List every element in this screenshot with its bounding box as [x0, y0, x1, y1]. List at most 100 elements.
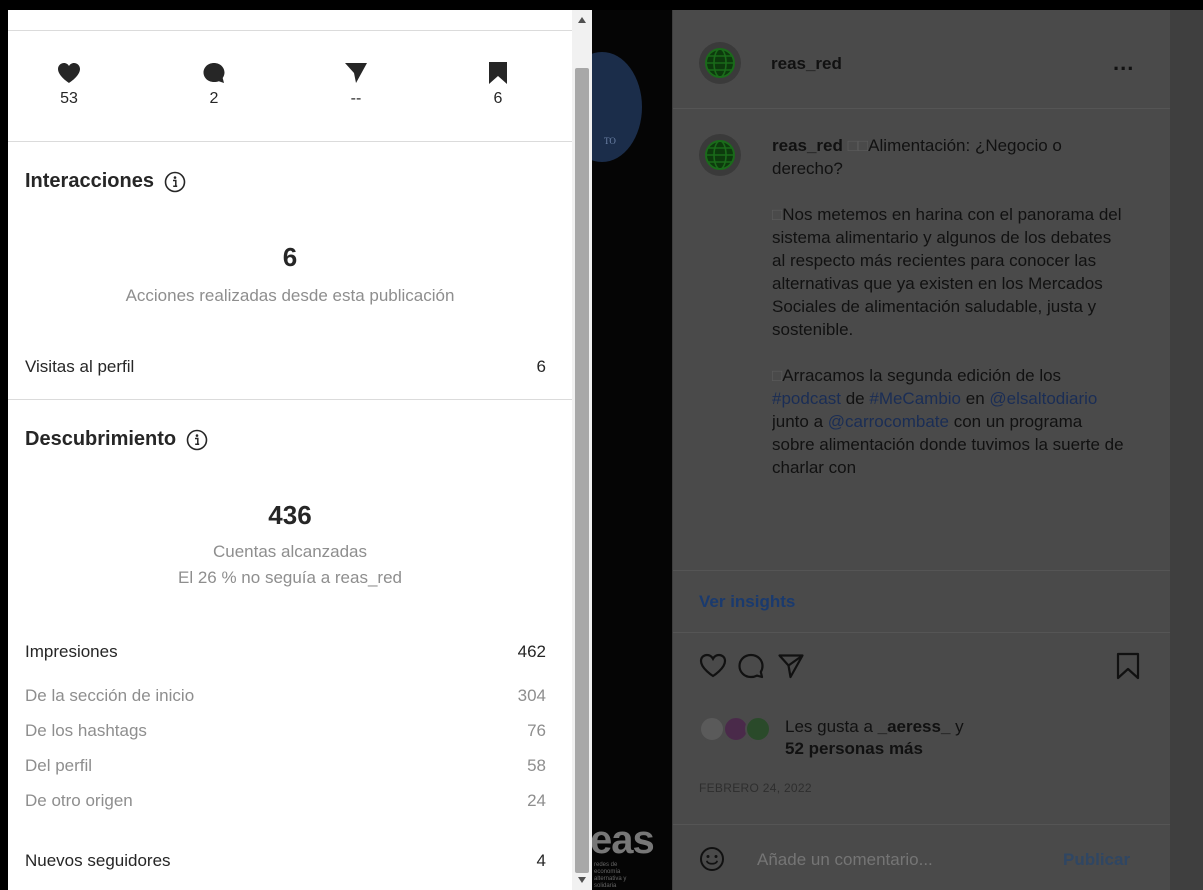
comments-stat: 2	[184, 62, 244, 108]
comment-bubble-icon[interactable]	[737, 652, 765, 685]
breakdown-label: De los hashtags	[25, 721, 147, 740]
new-followers-row: Nuevos seguidores 4	[25, 851, 546, 871]
stats-divider	[8, 141, 572, 142]
post-actions	[699, 652, 1159, 686]
liker-username[interactable]: _aeress_	[878, 717, 951, 736]
interactions-title: Interacciones	[25, 170, 186, 193]
impressions-label: Impresiones	[25, 642, 118, 661]
like-heart-icon[interactable]	[699, 652, 727, 685]
interactions-subtitle: Acciones realizadas desde esta publicaci…	[125, 286, 455, 305]
caption-username[interactable]: reas_red	[772, 136, 843, 155]
caption-divider	[673, 570, 1170, 571]
scroll-up-arrow-icon[interactable]	[572, 10, 592, 30]
breakdown-value: 304	[517, 686, 546, 705]
info-icon[interactable]	[186, 429, 208, 451]
avatar	[699, 716, 725, 742]
likes-count: 53	[60, 90, 78, 107]
comment-bar: Publicar	[673, 824, 1170, 890]
avatar[interactable]	[699, 42, 741, 84]
scroll-down-arrow-icon[interactable]	[572, 870, 592, 890]
caption-text: Arracamos la segunda edición de los	[782, 366, 1062, 385]
likes-others-link[interactable]: 52 personas más	[785, 739, 923, 758]
caption-paragraph: □Arracamos la segunda edición de los #po…	[772, 364, 1127, 479]
comment-icon	[203, 63, 225, 83]
caption-text: de	[841, 389, 870, 408]
avatar	[745, 716, 771, 742]
likes-stat: 53	[39, 62, 99, 108]
breakdown-row: Del perfil 58	[25, 756, 546, 776]
accounts-reached-label: Cuentas alcanzadas	[212, 542, 368, 561]
globe-icon	[705, 48, 735, 78]
caption-text: Nos metemos en harina con el panorama de…	[772, 205, 1122, 339]
insights-divider	[673, 632, 1170, 633]
breakdown-value: 76	[527, 721, 546, 740]
caption-paragraph: reas_red □□Alimentación: ¿Negocio o dere…	[772, 134, 1127, 180]
breakdown-label: De la sección de inicio	[25, 686, 195, 705]
shares-stat: --	[326, 62, 386, 108]
saves-stat: 6	[468, 62, 528, 108]
info-icon[interactable]	[164, 171, 186, 193]
comments-count: 2	[209, 90, 219, 107]
scrollbar-thumb[interactable]	[575, 68, 589, 873]
breakdown-row: De la sección de inicio 304	[25, 686, 546, 706]
breakdown-label: De otro origen	[25, 791, 133, 810]
panel-scrollbar[interactable]	[572, 10, 592, 890]
non-followers-note: El 26 % no seguía a reas_red	[178, 568, 402, 587]
emoji-placeholder: □□	[847, 136, 869, 155]
interactions-total: 6	[282, 242, 298, 272]
post-detail: reas_red ... reas_red □□Alimentación: ¿N…	[672, 10, 1170, 890]
saves-count: 6	[493, 90, 503, 107]
share-send-icon[interactable]	[777, 652, 805, 685]
liker-avatars[interactable]	[699, 716, 771, 744]
emoji-placeholder: □	[772, 205, 783, 224]
send-icon	[345, 63, 367, 83]
save-bookmark-icon[interactable]	[1115, 652, 1141, 685]
view-insights-link[interactable]: Ver insights	[699, 592, 795, 612]
interactions-divider	[8, 399, 572, 400]
post-image: TO eas redes de economía alternativa y s…	[592, 10, 672, 890]
hashtag-link[interactable]: #MeCambio	[869, 389, 961, 408]
avatar[interactable]	[699, 134, 741, 176]
mention-link[interactable]: @carrocombate	[828, 412, 949, 431]
breakdown-row: De los hashtags 76	[25, 721, 546, 741]
publish-button[interactable]: Publicar	[1063, 850, 1130, 870]
likes-mid: y	[950, 717, 964, 736]
insights-panel: 53 2 -- 6 Interacciones 6 Acciones reali…	[8, 10, 572, 890]
image-logo-circle	[592, 52, 642, 162]
post-date: FEBRERO 24, 2022	[699, 781, 812, 795]
impressions-value: 462	[517, 642, 546, 661]
image-brand-text: eas	[592, 818, 655, 862]
more-options-icon[interactable]: ...	[1113, 50, 1134, 76]
stats-row: 53 2 -- 6	[8, 62, 572, 142]
top-divider	[8, 30, 572, 31]
globe-icon	[705, 140, 735, 170]
breakdown-label: Del perfil	[25, 756, 93, 775]
breakdown-value: 58	[527, 756, 546, 775]
post-username[interactable]: reas_red	[771, 54, 842, 74]
shares-count: --	[350, 90, 362, 107]
emoji-placeholder: □	[772, 366, 783, 385]
breakdown-row: De otro origen 24	[25, 791, 546, 811]
likes-prefix: Les gusta a	[785, 717, 878, 736]
caption-paragraph: □Nos metemos en harina con el panorama d…	[772, 203, 1127, 341]
profile-visits-value: 6	[536, 357, 546, 376]
header-divider	[673, 108, 1170, 109]
likes-summary: Les gusta a _aeress_ y 52 personas más	[785, 716, 964, 760]
discovery-title-text: Descubrimiento	[25, 428, 177, 450]
post-caption: reas_red □□Alimentación: ¿Negocio o dere…	[772, 134, 1127, 566]
accounts-reached-total: 436	[268, 500, 312, 530]
bookmark-icon	[489, 62, 507, 84]
new-followers-label: Nuevos seguidores	[25, 851, 171, 870]
mention-link[interactable]: @elsaltodiario	[989, 389, 1097, 408]
caption-text: junto a	[772, 412, 828, 431]
profile-visits-row: Visitas al perfil 6	[25, 357, 546, 377]
emoji-smiley-icon[interactable]	[699, 846, 725, 877]
comment-input[interactable]	[757, 850, 1017, 870]
discovery-title: Descubrimiento	[25, 428, 208, 451]
interactions-title-text: Interacciones	[25, 170, 154, 192]
new-followers-value: 4	[536, 851, 546, 870]
profile-visits-label: Visitas al perfil	[25, 357, 135, 376]
hashtag-link[interactable]: #podcast	[772, 389, 841, 408]
background-overlay	[1170, 10, 1203, 890]
breakdown-value: 24	[527, 791, 546, 810]
